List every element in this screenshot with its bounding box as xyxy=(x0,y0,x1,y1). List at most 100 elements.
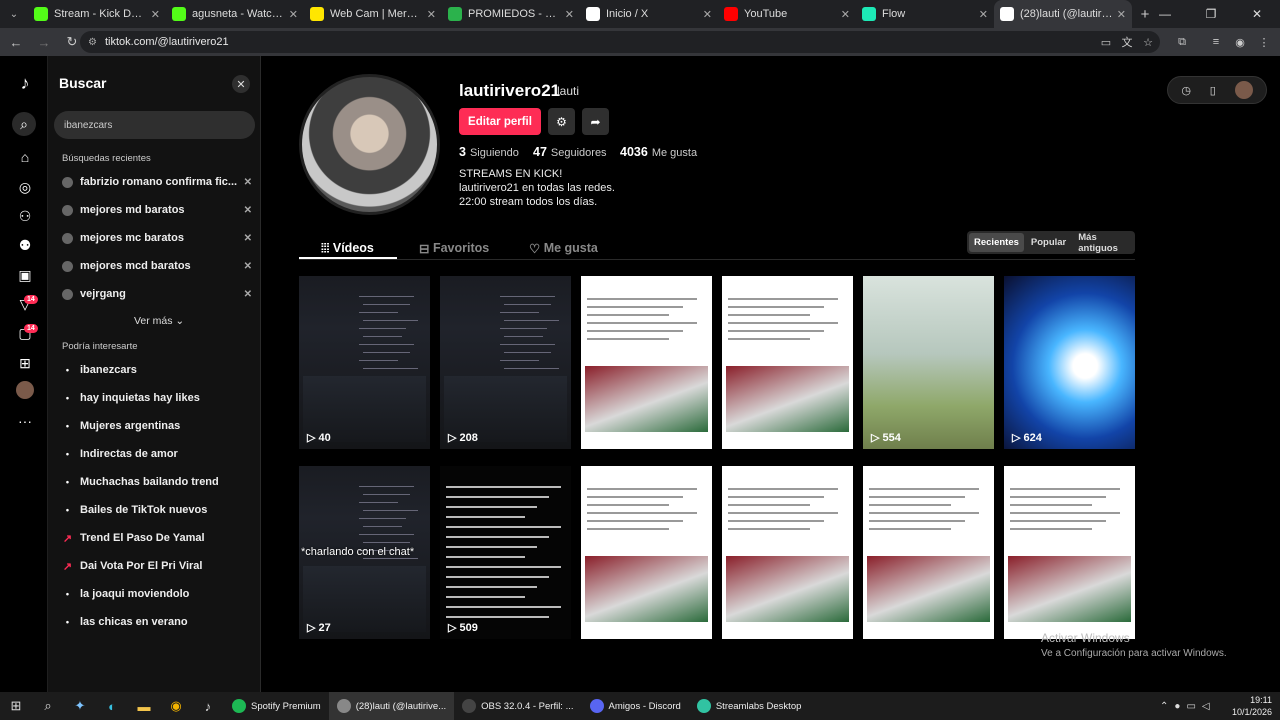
back-icon[interactable]: ← xyxy=(4,30,28,54)
suggestion-item[interactable]: • Muchachas bailando trend xyxy=(62,472,252,492)
video-thumbnail[interactable]: ▷ 554 xyxy=(863,276,994,449)
profile-avatar[interactable] xyxy=(299,74,440,215)
mic-icon[interactable]: ● xyxy=(1174,701,1180,712)
taskbar-app[interactable]: Amigos - Discord xyxy=(582,692,689,720)
browser-tab[interactable]: Stream - Kick Dashboard ✕ xyxy=(28,0,166,28)
forward-icon[interactable]: → xyxy=(32,30,56,54)
remove-icon[interactable]: ✕ xyxy=(244,289,252,300)
tray-expand-icon[interactable]: ⌃ xyxy=(1160,701,1168,712)
browser-menu-icon[interactable]: ⋮ xyxy=(1254,32,1274,52)
suggestion-item[interactable]: • ibanezcars xyxy=(62,360,252,380)
suggestion-item[interactable]: • hay inquietas hay likes xyxy=(62,388,252,408)
sort-oldest-button[interactable]: Más antiguos xyxy=(1073,232,1135,254)
sort-recent-button[interactable]: Recientes xyxy=(969,233,1024,252)
sort-popular-button[interactable]: Popular xyxy=(1026,233,1071,252)
browser-tab[interactable]: Web Cam | MercadoLibre ✕ xyxy=(304,0,442,28)
extensions-icon[interactable]: ⧉ xyxy=(1172,32,1192,52)
tab-favorites[interactable]: ⊟ Favoritos xyxy=(419,238,489,258)
network-icon[interactable]: ▭ xyxy=(1186,701,1195,712)
suggestion-item[interactable]: ↗ Trend El Paso De Yamal xyxy=(62,528,252,548)
browser-tab[interactable]: agusneta - Watch clips on Kick ✕ xyxy=(166,0,304,28)
search-input[interactable] xyxy=(54,111,255,139)
remove-icon[interactable]: ✕ xyxy=(244,261,252,272)
live-icon[interactable]: ▣ xyxy=(14,264,36,286)
tab-close-icon[interactable]: ✕ xyxy=(565,8,574,21)
site-info-icon[interactable]: ⚙ xyxy=(88,37,97,48)
video-thumbnail[interactable]: ▷ 509 xyxy=(440,466,571,639)
more-icon[interactable]: ··· xyxy=(14,410,36,432)
tab-close-icon[interactable]: ✕ xyxy=(289,8,298,21)
tab-close-icon[interactable]: ✕ xyxy=(1117,8,1126,21)
tiktok-app-icon[interactable]: ♪ xyxy=(192,692,224,720)
video-thumbnail[interactable]: ▷ 63 xyxy=(581,466,712,639)
translate-icon[interactable]: 文 xyxy=(1117,32,1137,52)
video-thumbnail[interactable]: ▷ 27 *charlando con el chat* xyxy=(299,466,430,639)
suggestion-item[interactable]: ↗ Dai Vota Por El Pri Viral xyxy=(62,556,252,576)
recent-search-item[interactable]: mejores mcd baratos ✕ xyxy=(62,256,252,276)
browser-tab[interactable]: YouTube ✕ xyxy=(718,0,856,28)
recent-search-item[interactable]: mejores md baratos ✕ xyxy=(62,200,252,220)
suggestion-item[interactable]: • la joaqui moviendolo xyxy=(62,584,252,604)
chrome-icon[interactable]: ◉ xyxy=(160,692,192,720)
taskbar-app[interactable]: Streamlabs Desktop xyxy=(689,692,810,720)
followers-stat[interactable]: 47 Seguidores xyxy=(533,145,607,159)
url-input[interactable]: ⚙ tiktok.com/@lautirivero21 xyxy=(80,31,1160,53)
settings-gear-icon[interactable]: ⚙ xyxy=(548,108,575,135)
profile-avatar-icon[interactable] xyxy=(16,381,34,399)
video-thumbnail[interactable]: ▷ 557 xyxy=(581,276,712,449)
recent-search-item[interactable]: fabrizio romano confirma fic... ✕ xyxy=(62,172,252,192)
explore-icon[interactable]: ◎ xyxy=(14,176,36,198)
tab-close-icon[interactable]: ✕ xyxy=(979,8,988,21)
video-thumbnail[interactable]: ▷ 624 xyxy=(1004,276,1135,449)
upload-icon[interactable]: ⊞ xyxy=(14,352,36,374)
taskbar-app[interactable]: OBS 32.0.4 - Perfil: ... xyxy=(454,692,581,720)
suggestion-item[interactable]: • las chicas en verano xyxy=(62,612,252,632)
recent-search-item[interactable]: vejrgang ✕ xyxy=(62,284,252,304)
tiktok-logo-icon[interactable]: ♪ xyxy=(14,72,36,94)
browser-tab[interactable]: Inicio / X ✕ xyxy=(580,0,718,28)
suggestion-item[interactable]: • Bailes de TikTok nuevos xyxy=(62,500,252,520)
browser-tab[interactable]: Flow ✕ xyxy=(856,0,994,28)
clock[interactable]: 19:11 10/1/2026 xyxy=(1232,694,1272,718)
close-icon[interactable]: ✕ xyxy=(232,75,250,93)
see-more-button[interactable]: Ver más ⌄ xyxy=(134,315,184,327)
bookmark-star-icon[interactable]: ☆ xyxy=(1138,32,1158,52)
video-thumbnail[interactable]: ▷ 55 xyxy=(722,466,853,639)
search-icon[interactable]: ⌕ xyxy=(12,112,36,136)
volume-icon[interactable]: ◁ xyxy=(1202,701,1210,712)
profile-icon[interactable]: ◉ xyxy=(1230,32,1250,52)
tab-close-icon[interactable]: ✕ xyxy=(841,8,850,21)
friends-icon[interactable]: ⚉ xyxy=(14,234,36,256)
remove-icon[interactable]: ✕ xyxy=(244,177,252,188)
browser-tab[interactable]: PROMIEDOS - Futbol Argentino ✕ xyxy=(442,0,580,28)
video-thumbnail[interactable]: ▷ 856 xyxy=(863,466,994,639)
mobile-icon[interactable]: ▯ xyxy=(1210,84,1216,97)
video-thumbnail[interactable]: ▷ 208 xyxy=(440,276,571,449)
tab-close-icon[interactable]: ✕ xyxy=(151,8,160,21)
recent-search-item[interactable]: mejores mc baratos ✕ xyxy=(62,228,252,248)
remove-icon[interactable]: ✕ xyxy=(244,233,252,244)
video-thumbnail[interactable]: ▷ 558 xyxy=(722,276,853,449)
media-icon[interactable]: ≡ xyxy=(1206,32,1226,52)
tab-close-icon[interactable]: ✕ xyxy=(703,8,712,21)
tab-close-icon[interactable]: ✕ xyxy=(427,8,436,21)
tab-videos[interactable]: ⦙⦙⦙ Vídeos xyxy=(321,238,374,258)
close-window-icon[interactable]: ✕ xyxy=(1234,0,1280,28)
start-icon[interactable]: ⊞ xyxy=(0,692,32,720)
following-icon[interactable]: ⚇ xyxy=(14,205,36,227)
following-stat[interactable]: 3 Siguiendo xyxy=(459,145,519,159)
share-icon[interactable]: ➦ xyxy=(582,108,609,135)
taskbar-app[interactable]: (28)lauti (@lautirive... xyxy=(328,692,455,720)
file-explorer-icon[interactable]: ▬ xyxy=(128,692,160,720)
suggestion-item[interactable]: • Indirectas de amor xyxy=(62,444,252,464)
taskbar-search-icon[interactable]: ⌕ xyxy=(32,692,64,720)
install-app-icon[interactable]: ▭ xyxy=(1096,32,1116,52)
suggestion-item[interactable]: • Mujeres argentinas xyxy=(62,416,252,436)
tab-liked[interactable]: ♡ Me gusta xyxy=(529,238,598,258)
remove-icon[interactable]: ✕ xyxy=(244,205,252,216)
coins-icon[interactable]: ◷ xyxy=(1181,84,1191,97)
edge-icon[interactable]: ◐ xyxy=(96,692,128,720)
video-thumbnail[interactable]: ▷ 40 xyxy=(299,276,430,449)
video-thumbnail[interactable]: ▷ 555 xyxy=(1004,466,1135,639)
user-avatar[interactable] xyxy=(1234,81,1253,99)
